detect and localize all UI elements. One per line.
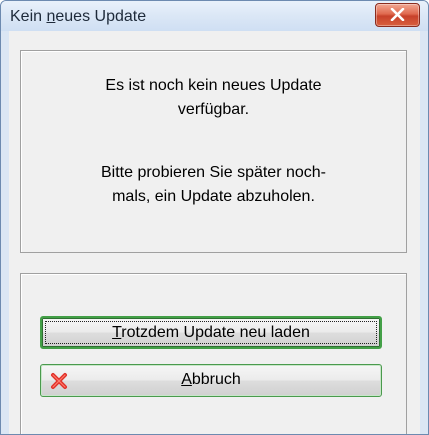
reload-update-button-label: Trotzdem Update neu laden [112,324,310,341]
message-line-3: Bitte probieren Sie später noch- [100,164,326,181]
message-line-1: Es ist noch kein neues Update [105,77,322,94]
reload-update-button[interactable]: Trotzdem Update neu laden [40,316,382,349]
message-line-4: mals, ein Update abzuholen. [112,188,315,205]
title-bar[interactable]: Kein neues Update [1,1,428,31]
message-text-1: Es ist noch kein neues Update verfügbar. [21,74,406,122]
dialog-title: Kein neues Update [10,8,147,25]
message-text-2: Bitte probieren Sie später noch- mals, e… [21,161,406,209]
message-line-2: verfügbar. [177,101,250,118]
cancel-button-label: Abbruch [181,371,241,388]
close-button[interactable] [375,3,420,27]
dialog-window: Kein neues Update Es ist noch kein neues… [0,0,429,435]
cancel-button[interactable]: Abbruch [40,364,382,397]
message-panel: Es ist noch kein neues Update verfügbar.… [20,50,407,253]
button-panel: Trotzdem Update neu laden Abbruch [20,273,407,434]
dialog-client-area: Es ist noch kein neues Update verfügbar.… [9,31,420,434]
close-icon [390,8,405,21]
